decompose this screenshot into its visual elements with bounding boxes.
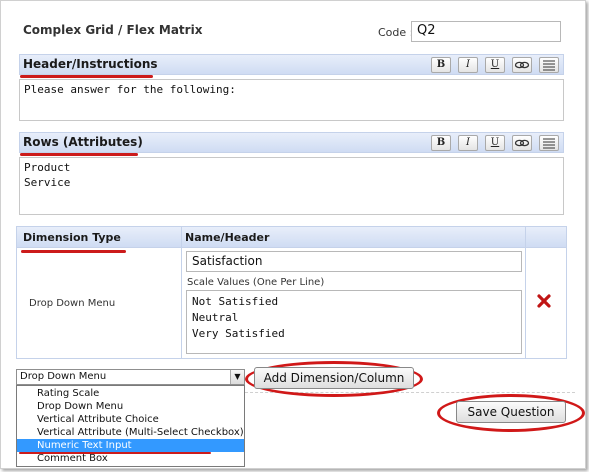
link-icon[interactable]	[512, 135, 532, 151]
header-instructions-bar: Header/Instructions B I U	[19, 54, 564, 75]
rows-attributes-editor[interactable]: Product Service	[19, 157, 564, 215]
code-label: Code :	[378, 26, 414, 39]
add-dimension-button[interactable]: Add Dimension/Column	[254, 367, 414, 389]
rows-attributes-title: Rows (Attributes)	[23, 135, 143, 149]
italic-button[interactable]: I	[458, 135, 478, 151]
rows-underline-mark	[20, 153, 138, 156]
dimension-type-selected: Drop Down Menu	[20, 371, 107, 382]
dimension-type-underline-mark	[21, 250, 126, 253]
name-header-column: Name/Header	[185, 231, 270, 244]
scale-values-textarea[interactable]: Not Satisfied Neutral Very Satisfied	[186, 290, 522, 354]
numeric-input-underline-mark	[19, 452, 211, 454]
list-icon[interactable]	[539, 57, 559, 73]
header-underline-mark	[20, 75, 153, 78]
dialog-frame: Complex Grid / Flex Matrix Code : Q2 Hea…	[0, 0, 586, 469]
chevron-down-icon[interactable]: ▼	[230, 370, 244, 384]
list-icon[interactable]	[539, 135, 559, 151]
underline-button[interactable]: U	[485, 57, 505, 73]
rows-attributes-bar: Rows (Attributes) B I U	[19, 132, 564, 153]
column-divider	[525, 227, 526, 358]
column-divider	[181, 227, 182, 358]
dimension-table: Dimension Type Name/Header Drop Down Men…	[16, 226, 567, 359]
dropdown-option[interactable]: Drop Down Menu	[17, 400, 244, 413]
italic-button[interactable]: I	[458, 57, 478, 73]
save-question-button[interactable]: Save Question	[456, 401, 566, 423]
page-title: Complex Grid / Flex Matrix	[23, 23, 203, 37]
bold-button[interactable]: B	[431, 57, 451, 73]
red-x-icon[interactable]	[536, 293, 552, 309]
bold-button[interactable]: B	[431, 135, 451, 151]
link-icon[interactable]	[512, 57, 532, 73]
header-instructions-editor[interactable]: Please answer for the following:	[19, 79, 564, 121]
code-input[interactable]: Q2	[411, 21, 561, 42]
underline-button[interactable]: U	[485, 135, 505, 151]
dimension-type-dropdown: Rating Scale Drop Down Menu Vertical Att…	[16, 385, 245, 467]
header-instructions-title: Header/Instructions	[23, 57, 158, 71]
dropdown-option[interactable]: Rating Scale	[17, 387, 244, 400]
dropdown-option[interactable]: Vertical Attribute Choice	[17, 413, 244, 426]
dimension-type-header: Dimension Type	[23, 231, 121, 244]
dropdown-option[interactable]: Vertical Attribute (Multi-Select Checkbo…	[17, 426, 244, 439]
scale-values-label: Scale Values (One Per Line)	[187, 277, 325, 288]
dimension-type-select[interactable]: Drop Down Menu ▼	[16, 369, 245, 385]
dropdown-option-highlighted[interactable]: Numeric Text Input	[17, 439, 244, 452]
dimension-name-input[interactable]: Satisfaction	[186, 251, 522, 272]
dimension-type-value: Drop Down Menu	[29, 298, 116, 309]
